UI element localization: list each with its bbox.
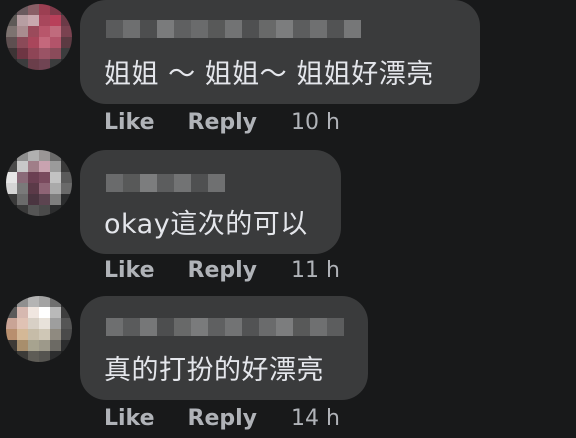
avatar-blurred-image [6,296,72,362]
comment-bubble: 姐姐 ～ 姐姐～ 姐姐好漂亮 [80,0,480,104]
commenter-name-blurred[interactable] [106,20,361,38]
reply-button[interactable]: Reply [188,258,258,283]
comment-timestamp[interactable]: 10 h [291,110,340,135]
comment-bubble: 真的打扮的好漂亮 [80,296,368,400]
comment-timestamp[interactable]: 11 h [291,258,340,283]
comment-actions: Like Reply 10 h [104,110,340,135]
avatar-blurred-image [6,150,72,216]
like-button[interactable]: Like [104,258,155,283]
like-button[interactable]: Like [104,406,155,431]
commenter-name-blurred[interactable] [106,174,225,192]
avatar[interactable] [6,296,72,362]
comment-timestamp[interactable]: 14 h [291,406,340,431]
like-button[interactable]: Like [104,110,155,135]
comment-actions: Like Reply 14 h [104,406,340,431]
comment-bubble: okay這次的可以 [80,150,341,254]
reply-button[interactable]: Reply [188,110,258,135]
avatar[interactable] [6,4,72,70]
comment-text: 真的打扮的好漂亮 [104,355,324,386]
comment-actions: Like Reply 11 h [104,258,340,283]
comment-thread: 姐姐 ～ 姐姐～ 姐姐好漂亮 Like Reply 10 h okay這次的可以 [0,0,576,438]
commenter-name-blurred[interactable] [106,318,344,336]
comment-text: 姐姐 ～ 姐姐～ 姐姐好漂亮 [104,59,434,90]
avatar-blurred-image [6,4,72,70]
reply-button[interactable]: Reply [188,406,258,431]
comment-text: okay這次的可以 [104,209,308,240]
avatar[interactable] [6,150,72,216]
